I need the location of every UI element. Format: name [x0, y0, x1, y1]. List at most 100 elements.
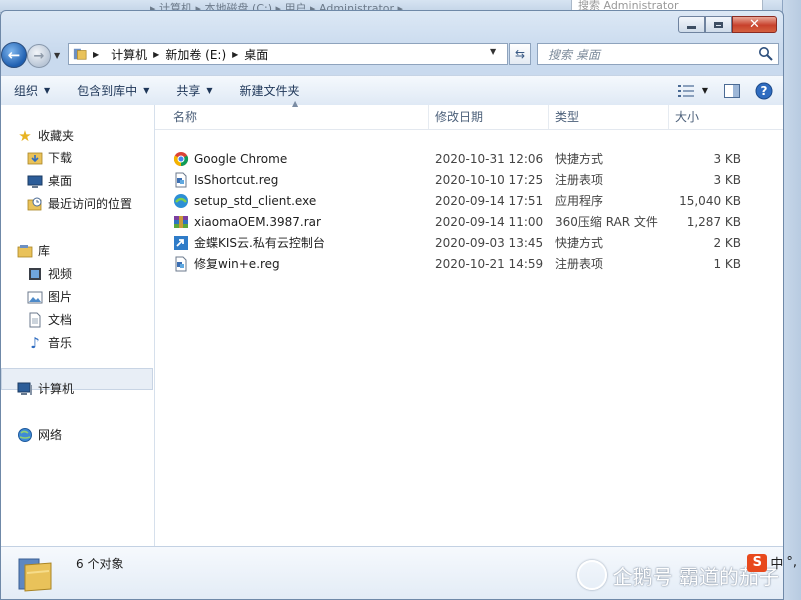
sogou-logo-icon[interactable]: S [747, 553, 768, 572]
ime-mode[interactable]: 中 [770, 553, 783, 572]
music-note-icon: ♪ [30, 333, 40, 352]
video-library-icon [27, 266, 43, 282]
file-row[interactable]: 金蝶KIS云.私有云控制台 2020-09-03 13:45 快捷方式 2 KB [155, 232, 755, 253]
column-headers: ▲ 名称 修改日期 类型 大小 [155, 99, 783, 130]
explorer-window: ✕ ← → ▼ ▶ 计算机 ▶ 新加卷 (E:) ▶ 桌面 ▼ ⇆ 搜索 桌面 组织… [0, 10, 784, 600]
search-icon[interactable] [758, 46, 774, 62]
item-count: 6 个对象 [76, 557, 124, 571]
ime-punctuation[interactable]: °, [786, 555, 797, 570]
nav-computer[interactable]: 计算机 [17, 380, 74, 397]
breadcrumb-desktop[interactable]: ▶ 桌面 [232, 46, 268, 63]
file-date: 2020-10-10 17:25 [435, 172, 544, 187]
file-row[interactable]: IsShortcut.reg 2020-10-10 17:25 注册表项 3 K… [155, 169, 755, 190]
share-menu[interactable]: 共享 ▼ [176, 82, 212, 99]
column-header-date[interactable]: 修改日期 [429, 105, 549, 129]
forward-button[interactable]: → [27, 44, 51, 68]
nav-downloads[interactable]: 下载 [27, 149, 72, 166]
nav-computer-label: 计算机 [38, 382, 75, 396]
recent-pages-dropdown[interactable]: ▼ [54, 51, 60, 60]
refresh-button[interactable]: ⇆ [509, 43, 531, 65]
file-type: 快捷方式 [555, 152, 604, 166]
svg-text:?: ? [761, 84, 768, 98]
nav-music[interactable]: ♪ 音乐 [27, 333, 72, 352]
breadcrumb-drive[interactable]: ▶ 新加卷 (E:) [153, 46, 226, 63]
nav-favorites[interactable]: ★ 收藏夹 [17, 127, 74, 145]
preview-pane-button[interactable] [719, 80, 745, 102]
reg-file-icon [173, 256, 189, 272]
file-type: 注册表项 [555, 257, 604, 271]
navigation-pane: ★ 收藏夹 下载 桌面 最近访问的位置 库 视频 图片 文档 ♪ 音乐 计算机 … [1, 105, 155, 547]
nav-recent-places[interactable]: 最近访问的位置 [27, 195, 132, 212]
address-bar[interactable]: ▶ 计算机 ▶ 新加卷 (E:) ▶ 桌面 [68, 43, 508, 65]
shortcut-icon [173, 235, 189, 251]
file-date: 2020-09-14 11:00 [435, 214, 544, 229]
chevron-down-icon: ▼ [206, 86, 213, 95]
chrome-icon [173, 151, 189, 167]
include-in-library-menu[interactable]: 包含到库中 ▼ [77, 82, 149, 99]
chevron-right-icon[interactable]: ▶ [153, 50, 159, 59]
command-bar: 组织 ▼ 包含到库中 ▼ 共享 ▼ 新建文件夹 ▼ ? [1, 75, 783, 106]
rar-archive-icon [173, 214, 189, 230]
minimize-icon [687, 25, 696, 29]
file-name: xiaomaOEM.3987.rar [194, 214, 321, 229]
folder-icon [73, 48, 87, 60]
organize-menu[interactable]: 组织 ▼ [14, 82, 50, 99]
breadcrumb-computer[interactable]: 计算机 [111, 46, 147, 63]
address-dropdown[interactable]: ▼ [490, 47, 496, 56]
file-type: 快捷方式 [555, 236, 604, 250]
chevron-down-icon: ▼ [44, 86, 51, 95]
penguin-logo-icon [576, 560, 607, 590]
file-row[interactable]: setup_std_client.exe 2020-09-14 17:51 应用… [155, 190, 755, 211]
ime-toolbar[interactable]: S 中 °, [747, 553, 797, 572]
chevron-down-icon: ▼ [143, 86, 150, 95]
file-row[interactable]: 修复win+e.reg 2020-10-21 14:59 注册表项 1 KB [155, 253, 755, 274]
back-button[interactable]: ← [1, 42, 27, 68]
file-size: 1 KB [713, 256, 741, 271]
nav-documents[interactable]: 文档 [27, 311, 72, 328]
preview-pane-icon [724, 83, 740, 98]
nav-downloads-label: 下载 [48, 151, 73, 165]
file-date: 2020-10-21 14:59 [435, 256, 544, 271]
file-list: ▲ 名称 修改日期 类型 大小 Google Chrome 2020-10-31… [155, 99, 783, 547]
view-options-button[interactable]: ▼ [673, 80, 713, 102]
nav-desktop[interactable]: 桌面 [27, 172, 72, 189]
file-type: 注册表项 [555, 173, 604, 187]
recent-places-icon [27, 196, 43, 212]
nav-pictures[interactable]: 图片 [27, 288, 72, 305]
file-date: 2020-09-14 17:51 [435, 193, 544, 208]
nav-libraries-label: 库 [38, 244, 51, 258]
background-window-edge: 搜索 Administrator [571, 0, 801, 600]
search-input[interactable]: 搜索 桌面 [548, 46, 758, 63]
chevron-right-icon[interactable]: ▶ [232, 50, 238, 59]
breadcrumb-root[interactable]: ▶ [93, 50, 105, 59]
reg-file-icon [173, 172, 189, 188]
exe-setup-icon [173, 193, 189, 209]
column-header-size[interactable]: 大小 [669, 105, 779, 129]
help-button[interactable]: ? [751, 80, 777, 102]
file-name: IsShortcut.reg [194, 172, 279, 187]
nav-videos-label: 视频 [48, 267, 73, 281]
details-view-icon [677, 84, 694, 97]
network-icon [17, 427, 33, 443]
help-icon: ? [755, 82, 773, 99]
minimize-button[interactable] [678, 16, 705, 33]
caption-buttons: ✕ [678, 16, 777, 33]
navigation-bar: ← → ▼ ▶ 计算机 ▶ 新加卷 (E:) ▶ 桌面 ▼ ⇆ 搜索 桌面 [1, 42, 783, 69]
maximize-button[interactable] [705, 16, 732, 33]
column-header-type[interactable]: 类型 [549, 105, 669, 129]
nav-libraries[interactable]: 库 [17, 242, 50, 259]
nav-videos[interactable]: 视频 [27, 265, 72, 282]
new-folder-button[interactable]: 新建文件夹 [240, 82, 300, 99]
nav-recent-label: 最近访问的位置 [48, 197, 133, 211]
refresh-icon: ⇆ [514, 47, 526, 61]
file-row[interactable]: xiaomaOEM.3987.rar 2020-09-14 11:00 360压… [155, 211, 755, 232]
file-date: 2020-09-03 13:45 [435, 235, 544, 250]
file-name: Google Chrome [194, 151, 288, 166]
nav-network[interactable]: 网络 [17, 426, 62, 443]
column-header-name[interactable]: 名称 [167, 105, 429, 129]
nav-documents-label: 文档 [48, 313, 73, 327]
search-box[interactable]: 搜索 桌面 [537, 43, 779, 65]
file-size: 1,287 KB [686, 214, 741, 229]
close-button[interactable]: ✕ [732, 16, 777, 33]
file-row[interactable]: Google Chrome 2020-10-31 12:06 快捷方式 3 KB [155, 148, 755, 169]
